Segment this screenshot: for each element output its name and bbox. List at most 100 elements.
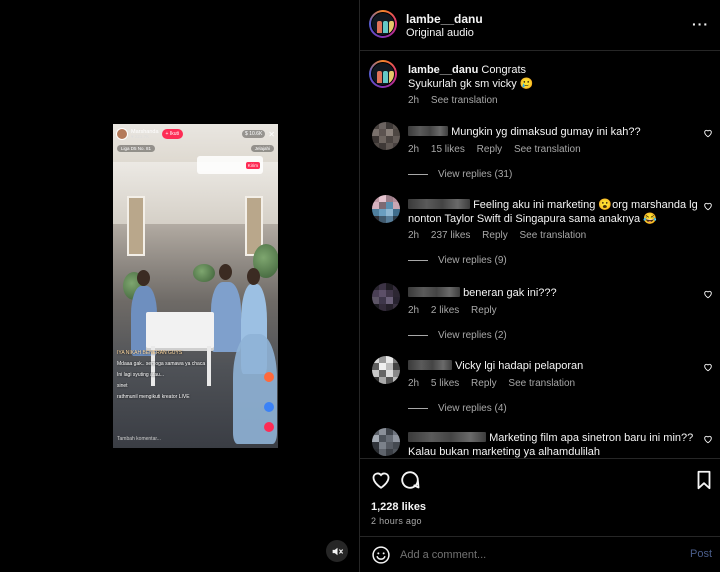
league-badge[interactable]: Liga D5 No. 81 (117, 145, 156, 152)
video-window (127, 196, 145, 256)
commenter-avatar[interactable] (372, 356, 400, 384)
comment-likes[interactable]: 2 likes (431, 305, 459, 316)
caption-text: Congrats (481, 64, 527, 76)
commenter-username[interactable] (408, 287, 460, 297)
gift-send-button[interactable]: Kirim (245, 162, 260, 169)
commenter-avatar[interactable] (372, 195, 400, 223)
live-topbar: Marshanda ♥ 221.7K + Ikuti $ 10.6K ✕ (116, 127, 275, 141)
live-chat-message: sinet (117, 383, 128, 389)
commenter-username[interactable] (408, 126, 448, 136)
comment-text: beneran gak ini??? (463, 287, 557, 299)
video-person (211, 282, 241, 352)
emoji-icon[interactable] (371, 545, 391, 565)
comment-bubble-icon[interactable] (399, 469, 421, 491)
video-person-head (219, 264, 232, 280)
comment-time: 2h (408, 378, 420, 389)
post-time: 2 hours ago (371, 516, 422, 526)
comment-body: beneran gak ini??? (408, 286, 698, 300)
comment-likes[interactable]: 237 likes (431, 230, 470, 241)
see-translation-link[interactable]: See translation (520, 230, 587, 241)
reply-button[interactable]: Reply (477, 144, 503, 155)
comment-body: Feeling aku ini marketing 😮org marshanda… (408, 198, 698, 226)
live-chat-message: IYA NIKAH BENERAN GUYS (117, 350, 183, 356)
live-video-frame[interactable]: Marshanda ♥ 221.7K + Ikuti $ 10.6K ✕ Lig… (113, 124, 278, 448)
comment-body: Marketing film apa sinetron baru ini min… (408, 431, 698, 458)
like-icon[interactable] (264, 422, 274, 432)
commenter-username[interactable] (408, 199, 470, 209)
close-icon[interactable]: ✕ (268, 130, 275, 139)
comment-time: 2h (408, 230, 420, 241)
comment-likes[interactable]: 5 likes (431, 378, 459, 389)
streamer-avatar[interactable] (116, 128, 128, 140)
streamer-info: Marshanda ♥ 221.7K (131, 129, 159, 140)
commenter-avatar[interactable] (372, 283, 400, 311)
caption-text: Syukurlah gk sm vicky 🥲 (408, 78, 534, 90)
live-chat: IYA NIKAH BENERAN GUYS Mdaaa gak.. semog… (117, 350, 247, 405)
gift-icon[interactable] (264, 372, 274, 382)
see-translation-link[interactable]: See translation (508, 378, 575, 389)
comments-list[interactable]: lambe__danu Congrats Syukurlah gk sm vic… (360, 52, 720, 458)
post-side-pane: lambe__danu Original audio ··· lambe__da… (359, 0, 720, 572)
likes-count[interactable]: 1,228 likes (371, 501, 426, 513)
post-actions: 1,228 likes 2 hours ago (360, 458, 720, 536)
caption-author-avatar[interactable] (369, 60, 397, 88)
caption-time: 2h (408, 95, 420, 106)
comment-meta: 2h 2 likes Reply (408, 305, 506, 316)
explore-badge[interactable]: Jelajahi (250, 145, 274, 152)
comment-time: 2h (408, 144, 420, 155)
viewer-count: $ 10.6K (242, 130, 266, 138)
live-comment-bar[interactable]: Tambah komentar... (117, 436, 274, 446)
see-translation-link[interactable]: See translation (431, 95, 498, 106)
like-comment-heart-icon[interactable] (703, 289, 713, 299)
view-replies-button[interactable]: View replies (31) (408, 169, 512, 180)
follow-button[interactable]: + Ikuti (161, 129, 184, 139)
see-translation-link[interactable]: See translation (514, 144, 581, 155)
comment-text: Vicky lgi hadapi pelaporan (455, 360, 584, 372)
mute-button[interactable] (326, 540, 348, 562)
media-pane: Marshanda ♥ 221.7K + Ikuti $ 10.6K ✕ Lig… (0, 0, 359, 572)
video-person-head (137, 270, 150, 286)
reply-button[interactable]: Reply (471, 305, 497, 316)
live-chat-message: rathmunil mengikuti kreator LIVE (117, 394, 190, 400)
commenter-avatar[interactable] (372, 122, 400, 150)
add-comment-bar: Post (360, 536, 720, 572)
like-comment-heart-icon[interactable] (703, 434, 713, 444)
speaker-muted-icon (332, 547, 343, 555)
video-person-head (247, 268, 260, 285)
reply-button[interactable]: Reply (482, 230, 508, 241)
like-comment-heart-icon[interactable] (703, 362, 713, 372)
like-heart-icon[interactable] (370, 469, 392, 491)
comment-meta: 2h 5 likes Reply See translation (408, 378, 584, 389)
caption-username[interactable]: lambe__danu (408, 64, 478, 76)
author-avatar[interactable] (369, 10, 397, 38)
audio-link[interactable]: Original audio (406, 27, 474, 39)
post-comment-button[interactable]: Post (690, 548, 712, 560)
reply-button[interactable]: Reply (471, 378, 497, 389)
comment-time: 2h (408, 305, 420, 316)
more-options-icon[interactable]: ··· (692, 16, 709, 32)
view-replies-button[interactable]: View replies (9) (408, 255, 507, 266)
comment-likes[interactable]: 15 likes (431, 144, 465, 155)
add-comment-input[interactable] (400, 546, 670, 564)
video-table (146, 312, 214, 348)
post-header: lambe__danu Original audio ··· (360, 0, 720, 51)
view-replies-button[interactable]: View replies (2) (408, 330, 507, 341)
comment-body: Mungkin yg dimaksud gumay ini kah?? (408, 125, 698, 139)
comment-meta: 2h 237 likes Reply See translation (408, 230, 595, 241)
live-chat-message: Mdaaa gak.. semoga samawa ya chaca (117, 361, 206, 367)
comment-text: Mungkin yg dimaksud gumay ini kah?? (451, 126, 641, 138)
like-comment-heart-icon[interactable] (703, 201, 713, 211)
author-username[interactable]: lambe__danu (406, 12, 483, 26)
view-replies-button[interactable]: View replies (4) (408, 403, 507, 414)
comment-meta: 2h 15 likes Reply See translation (408, 144, 590, 155)
comment-body: Vicky lgi hadapi pelaporan (408, 359, 698, 373)
commenter-avatar[interactable] (372, 428, 400, 456)
bookmark-icon[interactable] (693, 469, 715, 491)
commenter-username[interactable] (408, 432, 486, 442)
like-comment-heart-icon[interactable] (703, 128, 713, 138)
commenter-username[interactable] (408, 360, 452, 370)
share-icon[interactable] (264, 402, 274, 412)
gift-card[interactable]: Kirim (197, 156, 263, 174)
streamer-followers: ♥ 221.7K (131, 133, 150, 139)
live-chat-message: Ini lagi syuting atau... (117, 372, 164, 378)
